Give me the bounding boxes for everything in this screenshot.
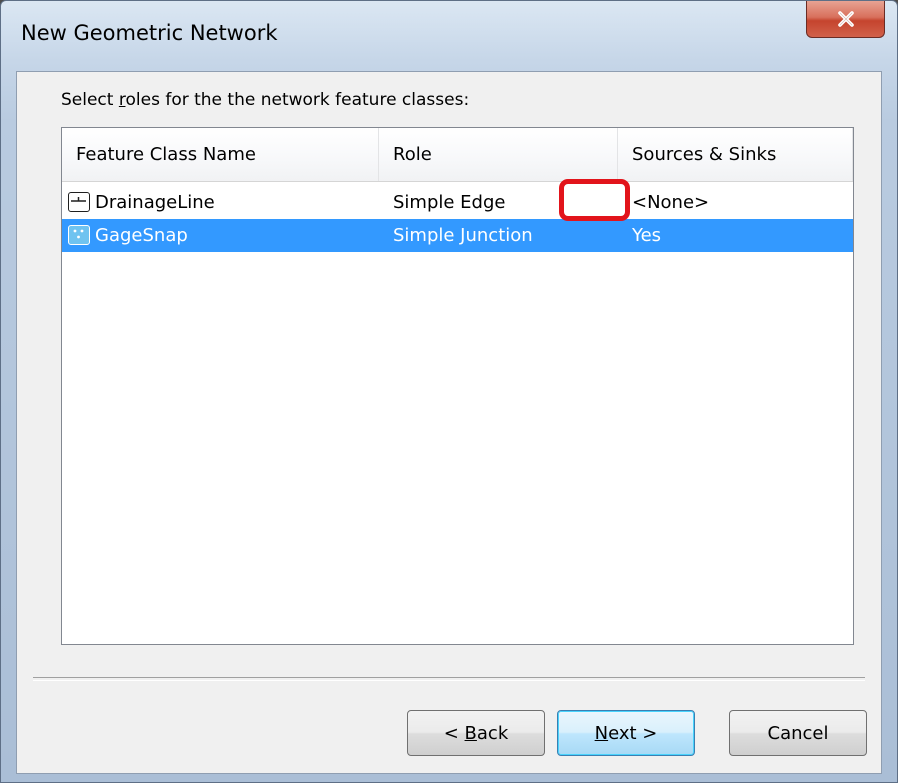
column-header-role[interactable]: Role xyxy=(379,128,618,181)
cancel-button[interactable]: Cancel xyxy=(729,710,867,756)
title-bar[interactable]: New Geometric Network xyxy=(1,1,897,71)
list-row-gagesnap[interactable]: GageSnap Simple Junction Yes xyxy=(62,219,853,252)
highlight-annotation xyxy=(559,179,630,221)
cell-role: Simple Junction xyxy=(393,225,533,246)
list-row-drainageline[interactable]: DrainageLine Simple Edge <None> xyxy=(62,186,853,219)
cell-role: Simple Edge xyxy=(393,192,506,213)
line-feature-icon xyxy=(68,192,90,212)
cell-feature-class-name: GageSnap xyxy=(95,225,188,246)
separator xyxy=(33,677,865,681)
cell-feature-class-name: DrainageLine xyxy=(95,192,215,213)
point-feature-icon xyxy=(68,225,90,245)
close-button[interactable] xyxy=(806,1,885,38)
list-header: Feature Class Name Role Sources & Sinks xyxy=(62,128,853,182)
instruction-text: Select roles for the the network feature… xyxy=(61,90,470,110)
next-button[interactable]: Next > xyxy=(557,710,695,756)
dialog-body: Select roles for the the network feature… xyxy=(16,71,882,774)
cell-sources-sinks[interactable]: <None> xyxy=(632,186,709,219)
window-title: New Geometric Network xyxy=(21,21,278,45)
column-header-feature-class-name[interactable]: Feature Class Name xyxy=(62,128,379,181)
cell-sources-sinks[interactable]: Yes xyxy=(632,219,661,252)
column-header-sources-sinks[interactable]: Sources & Sinks xyxy=(618,128,853,181)
dialog-window: New Geometric Network Select roles for t… xyxy=(0,0,898,783)
close-icon xyxy=(836,10,856,28)
feature-class-list[interactable]: Feature Class Name Role Sources & Sinks … xyxy=(61,127,854,645)
back-button[interactable]: < Back xyxy=(407,710,545,756)
